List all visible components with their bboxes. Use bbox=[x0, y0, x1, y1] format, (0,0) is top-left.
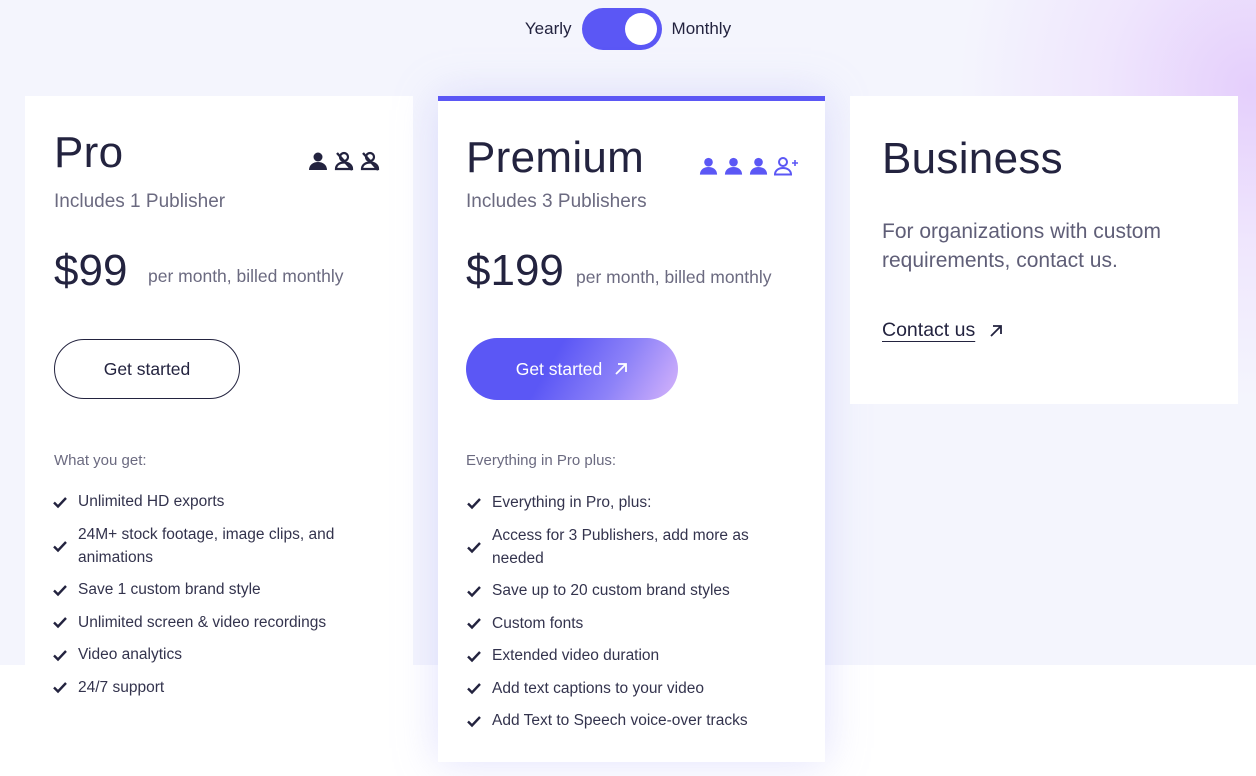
feature-item: Extended video duration bbox=[466, 644, 796, 667]
user-filled-icon bbox=[749, 157, 768, 175]
button-label: Get started bbox=[515, 358, 603, 379]
link-label: Contact us bbox=[882, 319, 976, 341]
plan-card-premium: Premium Includes 3 Publishers $199 per m… bbox=[438, 96, 825, 762]
user-filled-icon bbox=[724, 157, 743, 175]
check-icon bbox=[467, 541, 481, 553]
check-icon bbox=[53, 540, 67, 552]
price-note: per month, billed monthly bbox=[148, 266, 344, 286]
toggle-knob bbox=[624, 13, 657, 45]
plan-description: For organizations with custom requiremen… bbox=[882, 220, 1161, 272]
plan-price: $199 bbox=[466, 246, 564, 295]
user-disabled-icon bbox=[360, 151, 380, 171]
user-filled-icon bbox=[309, 152, 327, 170]
plan-subtitle: Includes 1 Publisher bbox=[54, 191, 226, 212]
feature-item: Save up to 20 custom brand styles bbox=[466, 579, 796, 602]
publisher-icons bbox=[307, 151, 381, 171]
plan-title: Premium bbox=[466, 133, 645, 182]
check-icon bbox=[467, 497, 481, 509]
features-heading: Everything in Pro plus: bbox=[466, 452, 617, 469]
arrow-up-right-icon bbox=[990, 324, 1003, 337]
feature-item: 24/7 support bbox=[52, 676, 372, 699]
plan-title: Pro bbox=[54, 128, 124, 177]
billing-toggle: Yearly Monthly bbox=[0, 8, 1256, 50]
plan-title: Business bbox=[882, 134, 1063, 183]
feature-item: Unlimited screen & video recordings bbox=[52, 611, 372, 634]
feature-list: Unlimited HD exports 24M+ stock footage,… bbox=[52, 490, 372, 708]
get-started-button[interactable]: Get started bbox=[466, 338, 678, 400]
check-icon bbox=[53, 682, 67, 694]
feature-item: Save 1 custom brand style bbox=[52, 578, 372, 601]
feature-list: Everything in Pro, plus: Access for 3 Pu… bbox=[466, 491, 796, 742]
feature-item: Access for 3 Publishers, add more as nee… bbox=[466, 524, 796, 570]
check-icon bbox=[53, 496, 67, 508]
check-icon bbox=[53, 649, 67, 661]
plan-subtitle: Includes 3 Publishers bbox=[466, 191, 647, 212]
features-heading: What you get: bbox=[54, 452, 147, 469]
plan-card-pro: Pro Includes 1 Publisher $99 per month, … bbox=[25, 96, 413, 696]
check-icon bbox=[53, 584, 67, 596]
billing-period-switch[interactable] bbox=[581, 8, 662, 50]
toggle-label-monthly[interactable]: Monthly bbox=[672, 19, 732, 39]
arrow-up-right-icon bbox=[615, 363, 628, 375]
check-icon bbox=[467, 715, 481, 727]
price-note: per month, billed monthly bbox=[576, 267, 772, 287]
check-icon bbox=[467, 683, 481, 695]
feature-item: Video analytics bbox=[52, 643, 372, 666]
feature-item: Everything in Pro, plus: bbox=[466, 491, 796, 514]
publisher-icons bbox=[698, 156, 799, 176]
feature-item: Unlimited HD exports bbox=[52, 490, 372, 513]
check-icon bbox=[53, 617, 67, 629]
feature-item: Add Text to Speech voice-over tracks bbox=[466, 709, 796, 732]
user-disabled-icon bbox=[334, 151, 354, 171]
get-started-button[interactable]: Get started bbox=[54, 339, 240, 399]
user-filled-icon bbox=[699, 157, 718, 175]
user-add-icon bbox=[773, 157, 798, 176]
feature-item: Custom fonts bbox=[466, 612, 796, 635]
check-icon bbox=[467, 650, 481, 662]
feature-item: Add text captions to your video bbox=[466, 677, 796, 700]
toggle-label-yearly[interactable]: Yearly bbox=[525, 19, 572, 39]
check-icon bbox=[467, 585, 481, 597]
check-icon bbox=[467, 618, 481, 630]
plan-card-business: Business For organizations with custom r… bbox=[850, 96, 1238, 404]
plan-price: $99 bbox=[54, 246, 128, 295]
contact-us-link[interactable]: Contact us bbox=[882, 319, 1003, 342]
feature-item: 24M+ stock footage, image clips, and ani… bbox=[52, 523, 372, 569]
